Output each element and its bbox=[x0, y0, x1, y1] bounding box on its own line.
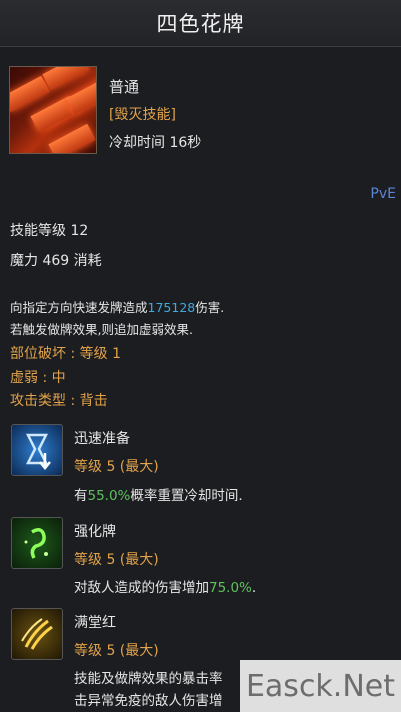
weak-effect: 虚弱 : 中 bbox=[10, 370, 66, 386]
glowing-rune-icon bbox=[11, 517, 63, 569]
attack-type: 攻击类型 : 背击 bbox=[10, 393, 108, 409]
trait-name: 满堂红 bbox=[74, 615, 116, 631]
trait-value: 55.0% bbox=[87, 488, 131, 504]
damage-value: 175128 bbox=[147, 300, 196, 315]
trait-level: 等级 5 (最大) bbox=[74, 552, 159, 568]
trait-description: 对敌人造成的伤害增加75.0%. bbox=[74, 576, 256, 596]
trait-name: 强化牌 bbox=[74, 524, 116, 540]
claw-slash-icon bbox=[11, 608, 63, 660]
trait-value: 75.0% bbox=[209, 580, 252, 596]
part-break: 部位破坏 : 等级 1 bbox=[10, 346, 121, 362]
desc-text: 伤害. bbox=[195, 300, 225, 315]
desc-text: 概率重置冷却时间. bbox=[130, 488, 243, 504]
skill-grade: 普通 bbox=[109, 78, 140, 96]
title-bar: 四色花牌 bbox=[0, 0, 401, 47]
watermark-text: Easck.Net bbox=[245, 668, 396, 704]
desc-text: . bbox=[251, 580, 257, 596]
trait-description: 有55.0%概率重置冷却时间. bbox=[74, 484, 243, 504]
skill-level: 技能等级 12 bbox=[10, 223, 89, 239]
skill-cooldown: 冷却时间 16秒 bbox=[109, 135, 202, 151]
desc-text: 有 bbox=[74, 488, 88, 504]
mana-cost: 魔力 469 消耗 bbox=[10, 253, 102, 269]
trait-description: 技能及做牌效果的暴击率 bbox=[74, 671, 223, 687]
trait-description: 击异常免疫的敌人伤害增 bbox=[74, 693, 223, 709]
watermark: Easck.Net bbox=[240, 660, 401, 712]
desc-text: 向指定方向快速发牌造成 bbox=[10, 300, 148, 315]
trait-level: 等级 5 (最大) bbox=[74, 459, 159, 475]
hourglass-icon bbox=[11, 424, 63, 476]
card-shape bbox=[42, 67, 90, 91]
card-shape bbox=[10, 75, 50, 113]
desc-text: 对敌人造成的伤害增加 bbox=[74, 580, 209, 596]
description-line-1: 向指定方向快速发牌造成175128伤害. bbox=[10, 297, 224, 316]
four-color-cards-icon bbox=[9, 66, 97, 154]
page-title: 四色花牌 bbox=[156, 12, 245, 36]
description-line-2: 若触发做牌效果,则追加虚弱效果. bbox=[10, 322, 193, 337]
mode-label: PvE bbox=[370, 186, 396, 202]
trait-level: 等级 5 (最大) bbox=[74, 643, 159, 659]
card-shape bbox=[48, 123, 96, 153]
trait-name: 迅速准备 bbox=[74, 431, 130, 447]
skill-type: [毁灭技能] bbox=[109, 107, 176, 123]
card-shape bbox=[66, 77, 96, 115]
